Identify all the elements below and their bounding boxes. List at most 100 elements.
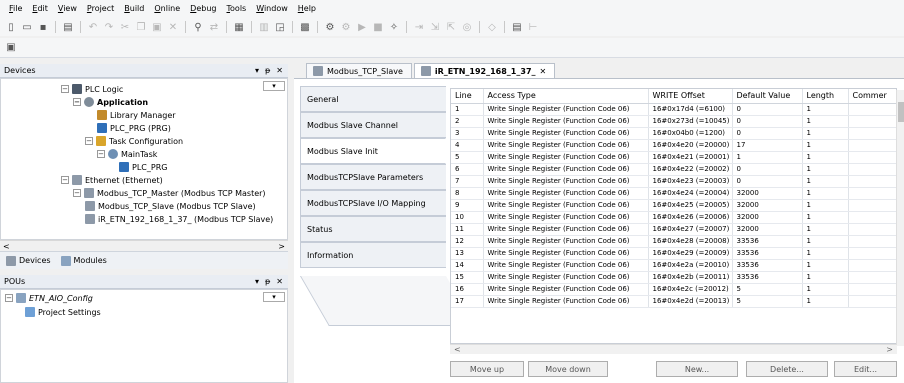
stop-icon[interactable]: ■ [371,20,385,34]
pous-dropdown[interactable]: ▾ [263,292,285,302]
menu-view[interactable]: View [53,0,82,18]
logout-icon[interactable]: ⚙ [339,20,353,34]
tab-modbustcpslave-io-mapping[interactable]: ModbusTCPSlave I/O Mapping [300,190,446,216]
tree-item-project-settings[interactable]: Project Settings [25,306,101,318]
tree-item-modbus-slave[interactable]: Modbus_TCP_Slave (Modbus TCP Slave) [85,200,256,212]
collapse-icon[interactable]: − [73,98,81,106]
dropdown-icon[interactable]: ▾ [255,277,259,286]
tree-item-ethernet[interactable]: − Ethernet (Ethernet) [61,174,163,186]
scroll-left-icon[interactable]: < [454,345,461,354]
table-row[interactable]: 11 Write Single Register (Function Code 0… [451,223,896,236]
tree-item-ir-etn[interactable]: iR_ETN_192_168_1_37_ (Modbus TCP Slave) [85,213,273,225]
pin-icon[interactable]: ᵽ [265,66,270,75]
collapse-icon[interactable]: − [61,85,69,93]
dropdown-icon[interactable]: ▾ [255,66,259,75]
menu-file[interactable]: File [4,0,27,18]
table-row[interactable]: 14 Write Single Register (Function Code 0… [451,259,896,272]
table-hscrollbar[interactable]: < > [450,344,897,354]
table-row[interactable]: 8 Write Single Register (Function Code 06… [451,187,896,200]
column-header-comment[interactable]: Commer [848,89,896,104]
move-down-button[interactable]: Move down [528,361,608,377]
table-row[interactable]: 7 Write Single Register (Function Code 06… [451,175,896,188]
watch-icon[interactable]: ⊢ [526,20,540,34]
new-button[interactable]: New... [656,361,738,377]
paste-icon[interactable]: ▣ [150,20,164,34]
move-up-button[interactable]: Move up [450,361,524,377]
collapse-icon[interactable]: − [97,150,105,158]
collapse-icon[interactable]: − [61,176,69,184]
scroll-right-icon[interactable]: > [278,242,285,251]
table-row[interactable]: 4 Write Single Register (Function Code 06… [451,139,896,152]
table-row[interactable]: 15 Write Single Register (Function Code 0… [451,271,896,284]
monitor-icon[interactable]: ▤ [510,20,524,34]
undo-icon[interactable]: ↶ [86,20,100,34]
table-row[interactable]: 13 Write Single Register (Function Code 0… [451,247,896,260]
device-icon[interactable]: ▦ [232,20,246,34]
table-row[interactable]: 5 Write Single Register (Function Code 06… [451,151,896,164]
scroll-right-icon[interactable]: > [886,345,893,354]
table-row[interactable]: 12 Write Single Register (Function Code 0… [451,235,896,248]
tab-ir-etn[interactable]: iR_ETN_192_168_1_37_ ✕ [413,63,556,78]
tab-general[interactable]: General [300,86,446,112]
new-file-icon[interactable]: ▯ [4,20,18,34]
menu-debug[interactable]: Debug [185,0,221,18]
menu-tools[interactable]: Tools [222,0,252,18]
tree-item-plc-prg[interactable]: PLC_PRG (PRG) [97,122,171,134]
column-header-line[interactable]: Line [451,89,484,104]
tree-item-library-manager[interactable]: Library Manager [97,109,176,121]
menu-edit[interactable]: Edit [27,0,53,18]
find-icon[interactable]: ⚲ [191,20,205,34]
close-icon[interactable]: ✕ [276,277,283,286]
tab-modbus-slave-init[interactable]: Modbus Slave Init [300,138,446,164]
tree-item-task-configuration[interactable]: − Task Configuration [85,135,183,147]
step-over-icon[interactable]: ⇥ [412,20,426,34]
scroll-thumb[interactable] [898,102,904,122]
pin-icon[interactable]: ᵽ [265,277,270,286]
tree-item-maintask[interactable]: − MainTask [97,148,157,160]
column-header-length[interactable]: Length [802,89,849,104]
replace-icon[interactable]: ⇄ [207,20,221,34]
print-icon[interactable]: ▤ [61,20,75,34]
table-row[interactable]: 2 Write Single Register (Function Code 06… [451,115,896,128]
delete-icon[interactable]: ✕ [166,20,180,34]
step-out-icon[interactable]: ⇱ [444,20,458,34]
tab-devices[interactable]: Devices [6,255,51,266]
table-vscrollbar[interactable] [896,90,904,346]
tab-modbustcpslave-parameters[interactable]: ModbusTCPSlave Parameters [300,164,446,190]
menu-online[interactable]: Online [149,0,185,18]
close-icon[interactable]: ✕ [276,66,283,75]
layout-icon[interactable]: ▥ [257,20,271,34]
edit-button[interactable]: Edit... [834,361,897,377]
tree-item-application[interactable]: − Application [73,96,148,108]
tab-modbus-tcp-slave[interactable]: Modbus_TCP_Slave [306,63,412,78]
tree-item-etn-aio-config[interactable]: − ETN_AIO_Config [5,292,93,304]
delete-button[interactable]: Delete... [746,361,828,377]
scroll-left-icon[interactable]: < [3,242,10,251]
tree-dropdown[interactable]: ▾ [263,81,285,91]
table-row[interactable]: 6 Write Single Register (Function Code 06… [451,163,896,176]
cut-icon[interactable]: ✂ [118,20,132,34]
close-tab-icon[interactable]: ✕ [540,67,547,76]
redo-icon[interactable]: ↷ [102,20,116,34]
table-row[interactable]: 9 Write Single Register (Function Code 06… [451,199,896,212]
open-folder-icon[interactable]: ▭ [20,20,34,34]
table-row[interactable]: 16 Write Single Register (Function Code 0… [451,283,896,296]
add-object-icon[interactable]: ◲ [273,20,287,34]
project-icon[interactable]: ▣ [4,41,18,55]
table-row[interactable]: 17 Write Single Register (Function Code 0… [451,295,896,308]
menu-window[interactable]: Window [251,0,293,18]
tree-item-plc-prg-call[interactable]: PLC_PRG [119,161,167,173]
step-into-icon[interactable]: ⇲ [428,20,442,34]
tab-modbus-slave-channel[interactable]: Modbus Slave Channel [300,112,446,138]
tree-item-modbus-master[interactable]: − Modbus_TCP_Master (Modbus TCP Master) [73,187,266,199]
collapse-icon[interactable]: − [85,137,93,145]
tab-status[interactable]: Status [300,216,446,242]
toggle-icon[interactable]: ◇ [485,20,499,34]
menu-project[interactable]: Project [82,0,119,18]
table-row[interactable]: 10 Write Single Register (Function Code 0… [451,211,896,224]
copy-icon[interactable]: ❐ [134,20,148,34]
login-icon[interactable]: ⚙ [323,20,337,34]
menu-build[interactable]: Build [119,0,149,18]
column-header-access-type[interactable]: Access Type [483,89,649,104]
save-icon[interactable]: ▪ [36,20,50,34]
